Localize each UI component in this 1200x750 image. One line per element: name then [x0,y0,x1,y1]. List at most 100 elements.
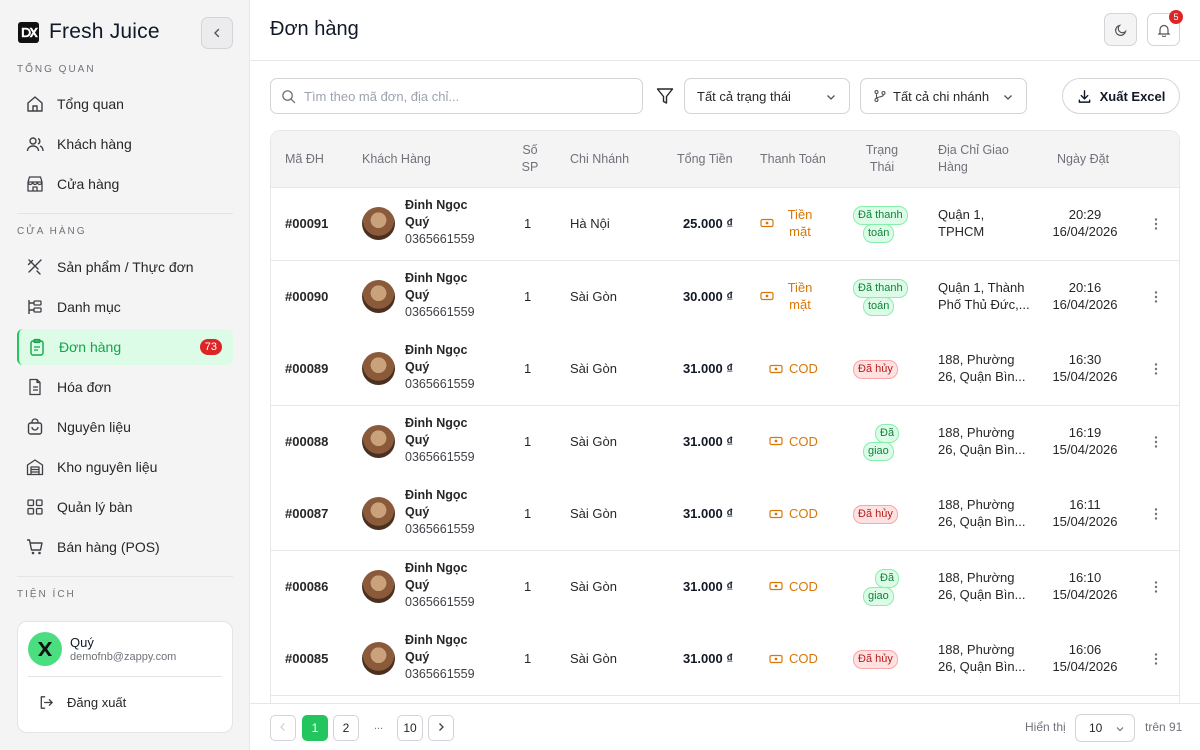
search-box[interactable] [270,78,643,114]
section-divider [17,213,233,214]
column-header-status[interactable]: Trạng Thái [861,142,903,176]
branch-name: Sài Gòn [570,288,617,304]
customer-name-line2: Quý [405,650,430,664]
brand[interactable]: Fresh Juice [18,20,160,44]
brand-name: Fresh Juice [49,20,160,43]
page-button-10[interactable]: 10 [397,715,423,741]
filter-icon[interactable] [655,86,675,106]
table-row[interactable]: #00085 Đinh Ngọc Quý 0365661559 1 Sài Gòn 31.0… [271,623,1179,696]
order-id[interactable]: #00088 [285,433,328,450]
column-header-address-line1: Địa Chỉ Giao [938,143,1009,157]
sidebar-item-invoices[interactable]: Hóa đơn [17,369,233,405]
avatar[interactable] [28,632,62,666]
more-actions-icon[interactable] [1153,652,1159,666]
more-actions-icon[interactable] [1153,580,1159,594]
cash-icon [769,581,783,591]
branch-name: Sài Gòn [570,361,617,376]
status-badge: Đã thanh [853,278,908,298]
customer-name-line2: Quý [405,287,430,302]
customer-name-line2: Quý [405,360,430,374]
branch-filter-select[interactable]: Tất cả chi nhánh [860,78,1027,114]
column-header-branch[interactable]: Chi Nhánh [570,151,629,168]
more-actions-icon[interactable] [1153,507,1159,521]
status-badge-line2: toán [863,224,895,243]
export-excel-button[interactable]: Xuất Excel [1062,78,1180,114]
logout-icon [40,696,53,709]
status-badge: Đã thanh [853,206,908,225]
sidebar-item-customers[interactable]: Khách hàng [17,126,233,162]
sidebar-item-stores[interactable]: Cửa hàng [17,166,233,202]
section-title-store: Cửa hàng [17,226,87,237]
per-page-select[interactable]: 10 [1075,714,1135,742]
notifications-button[interactable]: 5 [1147,10,1183,46]
page-title: Đơn hàng [270,18,359,40]
column-header-qty[interactable]: Số SP [520,142,540,176]
sidebar-item-categories[interactable]: Danh mục [17,289,233,325]
payment-method: COD [769,505,818,522]
order-id[interactable]: #00089 [285,360,328,377]
item-count: 1 [524,361,532,376]
user-name: Quý [70,635,94,650]
sidebar-item-warehouse[interactable]: Kho nguyên liệu [17,449,233,485]
more-actions-icon[interactable] [1153,362,1159,376]
status-filter-select[interactable]: Tất cả trạng thái [684,78,850,114]
customer-name-line2: Quý [405,215,430,229]
column-header-total[interactable]: Tổng Tiền [677,151,733,168]
logout-label: Đăng xuất [67,695,127,710]
sidebar-item-tables[interactable]: Quản lý bàn [17,489,233,525]
table-row[interactable]: #00091 Đinh Ngọc Quý 0365661559 1 Hà Nội 25.00… [271,188,1179,261]
collapse-sidebar-button[interactable] [201,17,233,49]
page-button-2[interactable]: 2 [333,715,359,741]
more-actions-icon[interactable] [1153,290,1159,304]
page-button-1[interactable]: 1 [302,715,328,741]
order-id[interactable]: #00085 [285,650,328,667]
sidebar-item-pos[interactable]: Bán hàng (POS) [17,529,233,565]
per-page-value: 10 [1089,721,1103,735]
sidebar-item-orders[interactable]: Đơn hàng 73 [17,329,233,365]
more-actions-icon[interactable] [1153,435,1159,449]
sidebar-item-products[interactable]: Sản phẩm / Thực đơn [17,249,233,285]
more-actions-icon[interactable] [1153,217,1159,231]
page-ellipsis: ... [374,720,384,732]
category-icon [28,300,42,314]
column-header-customer[interactable]: Khách Hàng [362,151,431,168]
status-badge: Đã [875,568,900,588]
theme-toggle-button[interactable] [1104,13,1137,46]
column-header-address[interactable]: Địa Chỉ Giao Hàng [938,142,1009,176]
warehouse-icon [26,459,44,476]
column-header-date[interactable]: Ngày Đặt [1057,151,1109,168]
order-id[interactable]: #00086 [285,578,328,595]
delivery-address: 188, Phường 26, Quận Bìn... [938,642,1026,674]
sidebar-item-ingredients[interactable]: Nguyên liệu [17,409,233,445]
user-logo-icon [38,642,52,656]
customer-name-line1: Đinh Ngọc [405,343,468,357]
table-row[interactable]: #00088 Đinh Ngọc Quý 0365661559 1 Sài Gòn 31.0… [271,405,1179,479]
order-date: 20:29 16/04/2026 [1052,207,1118,239]
column-header-id[interactable]: Mã ĐH [285,151,324,168]
table-row[interactable]: #00090 Đinh Ngọc Quý 0365661559 1 Sài Gòn 30.0… [271,260,1179,334]
logout-button[interactable]: Đăng xuất [38,694,126,711]
delivery-address: 188, Phường 26, Quận Bìn... [938,352,1026,384]
prev-page-button[interactable] [270,715,296,741]
order-id[interactable]: #00090 [285,288,328,305]
order-id[interactable]: #00091 [285,215,328,232]
order-total: 30.000 ₫ [682,288,733,304]
table-row[interactable]: #00089 Đinh Ngọc Quý 0365661559 1 Sài Gòn 31.0… [271,333,1179,406]
column-header-payment[interactable]: Thanh Toán [760,151,826,168]
sidebar-item-overview[interactable]: Tổng quan [17,86,233,122]
table-row[interactable]: #00087 Đinh Ngọc Quý 0365661559 1 Sài Gòn 31.0… [271,478,1179,551]
branch-name: Sài Gòn [570,578,617,594]
customer-info: Đinh Ngọc Quý 0365661559 [405,270,475,321]
item-count: 1 [524,651,532,666]
search-input[interactable] [304,88,624,104]
order-id[interactable]: #00087 [285,505,328,522]
table-row[interactable]: #00086 Đinh Ngọc Quý 0365661559 1 Sài Gòn 31.0… [271,550,1179,624]
order-total: 31.000 ₫ [682,506,733,521]
table-header: Mã ĐH Khách Hàng Số SP Chi Nhánh Tổng Ti… [271,131,1179,188]
sidebar-item-label: Nguyên liệu [57,419,131,435]
status-badge: Đã hủy [853,505,898,524]
cash-icon [769,654,783,663]
delivery-address: Quận 1, Thành Phố Thủ Đức,... [938,279,1030,312]
bag-icon [27,418,43,435]
next-page-button[interactable] [428,715,454,741]
